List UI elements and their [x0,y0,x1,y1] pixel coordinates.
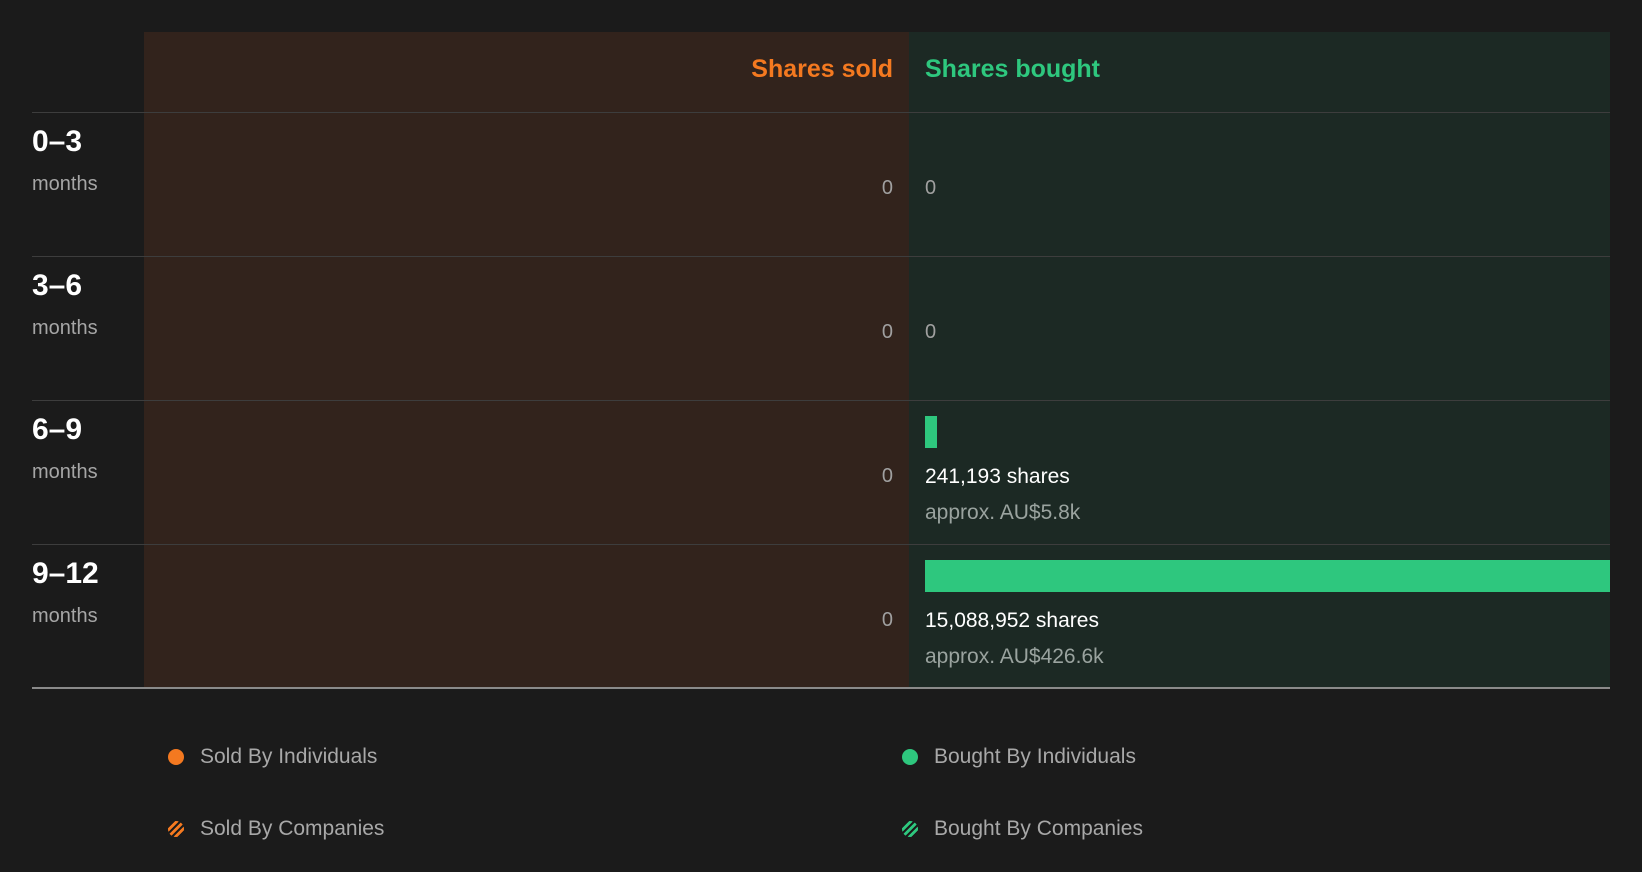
sold-panel [144,32,909,688]
legend-dot-icon [902,749,918,765]
bought-shares-label: 15,088,952 shares [925,609,1099,632]
bought-approx-value: approx. AU$426.6k [925,645,1104,668]
header-divider [32,112,1610,113]
legend-hatched-dot-icon [168,821,184,837]
sold-value-label: 0 [881,321,893,343]
row-unit-label: months [32,461,98,483]
legend-dot-icon [168,749,184,765]
row-unit-label: months [32,317,98,339]
row-range-label: 6–9 [32,413,83,446]
bought-value-label: 0 [925,321,937,343]
bought-value-label: 0 [925,177,937,199]
legend-item: Bought By Individuals [902,744,1136,770]
bought-shares-label: 241,193 shares [925,465,1070,488]
shares-sold-header: Shares sold [751,55,893,83]
legend-item: Sold By Individuals [168,744,377,770]
bought-bar [925,416,937,448]
bought-bar [925,560,1610,592]
legend-hatched-dot-icon [902,821,918,837]
sold-value-label: 0 [881,177,893,199]
sold-value-label: 0 [881,465,893,487]
sold-value-label: 0 [881,609,893,631]
insider-trading-chart: Shares sold Shares bought 0–3 months 0 0 3–6 mo… [0,0,1642,872]
row-divider [32,544,1610,545]
bought-approx-value: approx. AU$5.8k [925,501,1081,524]
legend-label: Sold By Individuals [200,745,378,768]
row-unit-label: months [32,173,98,195]
legend-item: Bought By Companies [902,816,1143,842]
row-divider [32,256,1610,257]
row-unit-label: months [32,605,98,627]
shares-bought-header: Shares bought [925,55,1101,83]
legend-label: Bought By Companies [934,817,1143,840]
legend-label: Sold By Companies [200,817,385,840]
row-range-label: 9–12 [32,557,99,590]
legend-item: Sold By Companies [168,816,384,842]
row-divider [32,400,1610,401]
legend-label: Bought By Individuals [934,745,1136,768]
row-range-label: 0–3 [32,125,83,158]
row-range-label: 3–6 [32,269,83,302]
chart-baseline [32,687,1610,689]
